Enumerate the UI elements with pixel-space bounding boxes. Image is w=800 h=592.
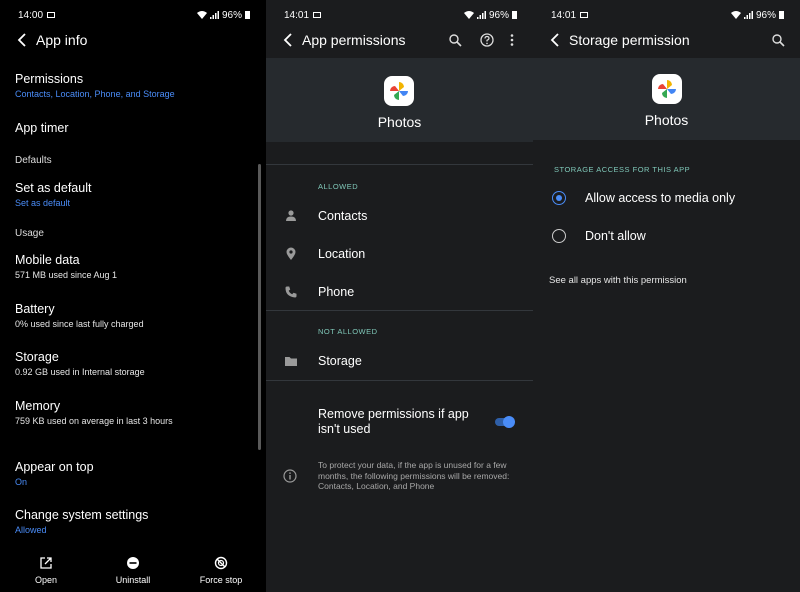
option-allow-media-only[interactable]: Allow access to media only: [533, 180, 800, 216]
permission-contacts[interactable]: Contacts: [266, 197, 533, 235]
storage-access-section-header: STORAGE ACCESS FOR THIS APP: [554, 165, 691, 174]
permissions-item[interactable]: Permissions Contacts, Location, Phone, a…: [15, 72, 175, 99]
memory-item[interactable]: Memory 759 KB used on average in last 3 …: [15, 399, 173, 426]
battery-icon: [512, 11, 517, 19]
back-arrow-icon[interactable]: [14, 30, 32, 50]
app-name: Photos: [644, 112, 689, 128]
permission-location[interactable]: Location: [266, 235, 533, 273]
change-system-settings-item[interactable]: Change system settings Allowed: [15, 508, 148, 535]
radio-unselected[interactable]: [552, 229, 566, 243]
folder-icon: [285, 357, 297, 366]
not-allowed-section-header: NOT ALLOWED: [318, 327, 378, 336]
set-as-default-item[interactable]: Set as default Set as default: [15, 181, 91, 208]
search-icon[interactable]: [448, 33, 462, 47]
page-title: App info: [36, 32, 88, 48]
status-time: 14:00: [18, 9, 44, 21]
signal-icon: [209, 11, 219, 19]
usage-section-header: Usage: [15, 228, 44, 239]
wifi-icon: [463, 11, 474, 19]
radio-selected[interactable]: [552, 191, 566, 205]
battery-percent: 96%: [755, 9, 776, 21]
force-stop-button[interactable]: Force stop: [194, 556, 248, 585]
storage-item[interactable]: Storage 0.92 GB used in Internal storage: [15, 350, 145, 377]
phone-icon: [285, 286, 297, 298]
status-bar: 14:00 96%: [0, 8, 266, 22]
battery-percent: 96%: [488, 9, 509, 21]
remove-permissions-toggle[interactable]: [495, 416, 515, 428]
help-icon[interactable]: [480, 33, 494, 47]
location-pin-icon: [286, 247, 296, 260]
signal-icon: [476, 11, 486, 19]
gallery-notification-icon: [580, 12, 589, 18]
battery-icon: [245, 11, 250, 19]
gallery-notification-icon: [47, 12, 56, 18]
open-button[interactable]: Open: [26, 556, 66, 585]
back-arrow-icon[interactable]: [547, 30, 565, 50]
back-arrow-icon[interactable]: [280, 30, 298, 50]
mobile-data-item[interactable]: Mobile data 571 MB used since Aug 1: [15, 253, 117, 280]
app-timer-item[interactable]: App timer: [15, 121, 69, 135]
permission-phone[interactable]: Phone: [266, 273, 533, 311]
wifi-icon: [730, 11, 741, 19]
app-name: Photos: [377, 114, 422, 130]
option-dont-allow[interactable]: Don't allow: [533, 218, 800, 254]
signal-icon: [743, 11, 753, 19]
app-info-screen: 14:00 96% App info Permissions Contacts,…: [0, 0, 266, 592]
gallery-notification-icon: [313, 12, 322, 18]
remove-permissions-label: Remove permissions if app isn't used: [318, 407, 469, 436]
battery-icon: [779, 11, 784, 19]
defaults-section-header: Defaults: [15, 155, 52, 166]
allowed-section-header: ALLOWED: [318, 182, 359, 191]
photos-app-icon: [384, 76, 414, 106]
appear-on-top-item[interactable]: Appear on top On: [15, 460, 94, 487]
scrollbar[interactable]: [258, 164, 261, 450]
app-header: Photos: [266, 58, 533, 142]
battery-percent: 96%: [221, 9, 242, 21]
app-header: Photos: [533, 58, 800, 140]
status-bar: 14:01 96%: [533, 8, 800, 22]
status-bar: 14:01 96%: [266, 8, 533, 22]
info-icon: [283, 469, 297, 483]
status-time: 14:01: [551, 9, 577, 21]
battery-item[interactable]: Battery 0% used since last fully charged: [15, 302, 144, 329]
open-external-icon: [40, 557, 52, 569]
app-permissions-screen: 14:01 96% App permissions Photos ALLOWED…: [266, 0, 533, 592]
force-stop-icon: [214, 556, 228, 570]
wifi-icon: [196, 11, 207, 19]
storage-permission-screen: 14:01 96% Storage permission Photos STOR…: [533, 0, 800, 592]
status-time: 14:01: [284, 9, 310, 21]
more-options-icon[interactable]: [509, 33, 515, 47]
auto-remove-info-text: To protect your data, if the app is unus…: [318, 460, 510, 491]
page-title: Storage permission: [569, 32, 690, 48]
photos-app-icon: [652, 74, 682, 104]
uninstall-button[interactable]: Uninstall: [106, 556, 160, 585]
see-all-apps-link[interactable]: See all apps with this permission: [549, 275, 687, 286]
person-icon: [286, 210, 296, 221]
page-title: App permissions: [302, 32, 406, 48]
permission-storage[interactable]: Storage: [266, 342, 533, 380]
uninstall-icon: [127, 557, 139, 569]
search-icon[interactable]: [771, 33, 785, 47]
